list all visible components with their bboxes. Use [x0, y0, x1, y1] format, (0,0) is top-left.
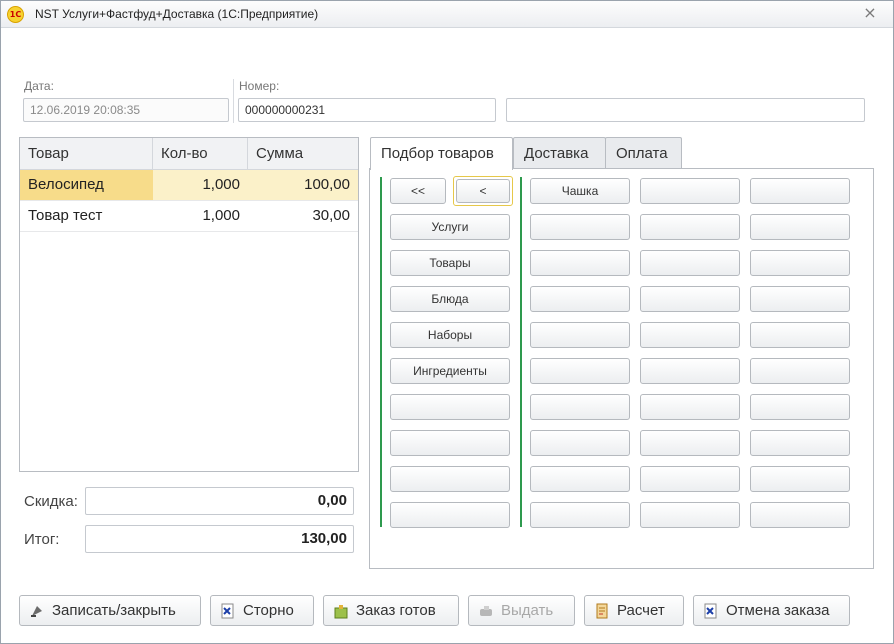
product-button-empty[interactable] [530, 250, 630, 276]
group-button-empty[interactable] [390, 394, 510, 420]
discount-field[interactable]: 0,00 [85, 487, 354, 515]
save-close-icon [29, 603, 45, 619]
product-button-empty[interactable] [640, 394, 740, 420]
product-button-empty[interactable] [640, 358, 740, 384]
cell-sum: 30,00 [312, 207, 350, 224]
group-button-empty[interactable] [390, 502, 510, 528]
save-close-label: Записать/закрыть [52, 602, 176, 619]
payment-label: Расчет [617, 602, 665, 619]
tab-delivery[interactable]: Доставка [513, 137, 606, 169]
app-window: 1C NST Услуги+Фастфуд+Доставка (1С:Предп… [0, 0, 894, 644]
group-button-dishes[interactable]: Блюда [390, 286, 510, 312]
number-field[interactable]: 000000000231 [238, 98, 496, 122]
product-button-empty[interactable] [750, 430, 850, 456]
nav-first-button[interactable]: << [390, 178, 446, 204]
group-button-ingredients[interactable]: Ингредиенты [390, 358, 510, 384]
product-button-empty[interactable] [750, 394, 850, 420]
tab-product-selection[interactable]: Подбор товаров [370, 137, 513, 170]
product-button-empty[interactable] [750, 178, 850, 204]
product-button-empty[interactable] [530, 502, 630, 528]
payment-button[interactable]: Расчет [584, 595, 684, 626]
window-title: NST Услуги+Фастфуд+Доставка (1С:Предприя… [35, 7, 319, 21]
group-button-empty[interactable] [390, 466, 510, 492]
group-button-empty[interactable] [390, 430, 510, 456]
header-divider [233, 79, 234, 123]
product-button-empty[interactable] [750, 214, 850, 240]
product-selection-panel: << < Услуги Товары Блюда Наборы Ингредие… [369, 168, 874, 569]
payment-icon [594, 603, 610, 619]
group-button-services[interactable]: Услуги [390, 214, 510, 240]
table-row[interactable]: Товар тест 1,000 30,00 [20, 201, 358, 232]
cancel-order-label: Отмена заказа [726, 602, 830, 619]
number-label: Номер: [239, 79, 280, 93]
product-button-empty[interactable] [530, 214, 630, 240]
cell-qty: 1,000 [153, 170, 248, 200]
middle-divider-line [520, 177, 522, 527]
total-label: Итог: [24, 531, 60, 548]
order-ready-icon [333, 603, 349, 619]
product-button-empty[interactable] [640, 322, 740, 348]
product-button-empty[interactable] [750, 250, 850, 276]
product-button-empty[interactable] [530, 322, 630, 348]
column-header-item[interactable]: Товар [20, 138, 153, 169]
product-button-empty[interactable] [530, 394, 630, 420]
tab-payment[interactable]: Оплата [605, 137, 682, 169]
product-button-empty[interactable] [530, 358, 630, 384]
close-icon[interactable]: × [861, 4, 879, 22]
product-button-empty[interactable] [530, 466, 630, 492]
product-button-empty[interactable] [640, 466, 740, 492]
product-button-cup[interactable]: Чашка [530, 178, 630, 204]
column-header-sum[interactable]: Сумма [248, 138, 358, 169]
product-button-empty[interactable] [530, 430, 630, 456]
table-row[interactable]: Велосипед 1,000 100,00 [20, 170, 358, 201]
order-ready-label: Заказ готов [356, 602, 436, 619]
product-button-empty[interactable] [530, 286, 630, 312]
issue-label: Выдать [501, 602, 554, 619]
product-button-empty[interactable] [750, 466, 850, 492]
cell-qty: 1,000 [202, 207, 240, 224]
storno-icon [220, 603, 236, 619]
total-field[interactable]: 130,00 [85, 525, 354, 553]
order-ready-button[interactable]: Заказ готов [323, 595, 459, 626]
product-button-empty[interactable] [640, 502, 740, 528]
issue-button[interactable]: Выдать [468, 595, 575, 626]
group-button-sets[interactable]: Наборы [390, 322, 510, 348]
cell-sum: 100,00 [248, 170, 358, 200]
product-button-empty[interactable] [750, 502, 850, 528]
title-bar: 1C NST Услуги+Фастфуд+Доставка (1С:Предп… [1, 1, 893, 28]
nav-prev-button[interactable]: < [453, 176, 513, 206]
storno-button[interactable]: Сторно [210, 595, 314, 626]
date-field[interactable]: 12.06.2019 20:08:35 [23, 98, 229, 122]
product-button-empty[interactable] [750, 322, 850, 348]
issue-icon [478, 603, 494, 619]
product-button-empty[interactable] [640, 214, 740, 240]
storno-label: Сторно [243, 602, 294, 619]
product-button-empty[interactable] [640, 430, 740, 456]
nav-prev-label: < [456, 179, 510, 203]
left-divider-line [380, 177, 382, 527]
product-button-empty[interactable] [750, 358, 850, 384]
discount-label: Скидка: [24, 493, 78, 510]
product-button-empty[interactable] [750, 286, 850, 312]
date-label: Дата: [24, 79, 54, 93]
product-button-empty[interactable] [640, 178, 740, 204]
column-header-qty[interactable]: Кол-во [153, 138, 248, 169]
extra-field[interactable] [506, 98, 865, 122]
product-button-empty[interactable] [640, 250, 740, 276]
goods-table[interactable]: Товар Кол-во Сумма Велосипед 1,000 100,0… [19, 137, 359, 472]
cancel-order-button[interactable]: Отмена заказа [693, 595, 850, 626]
cancel-order-icon [703, 603, 719, 619]
save-close-button[interactable]: Записать/закрыть [19, 595, 201, 626]
table-header: Товар Кол-во Сумма [20, 138, 358, 170]
group-button-goods[interactable]: Товары [390, 250, 510, 276]
app-logo-icon: 1C [7, 6, 24, 23]
product-button-empty[interactable] [640, 286, 740, 312]
cell-item: Товар тест [28, 207, 103, 224]
cell-item: Велосипед [20, 170, 153, 200]
